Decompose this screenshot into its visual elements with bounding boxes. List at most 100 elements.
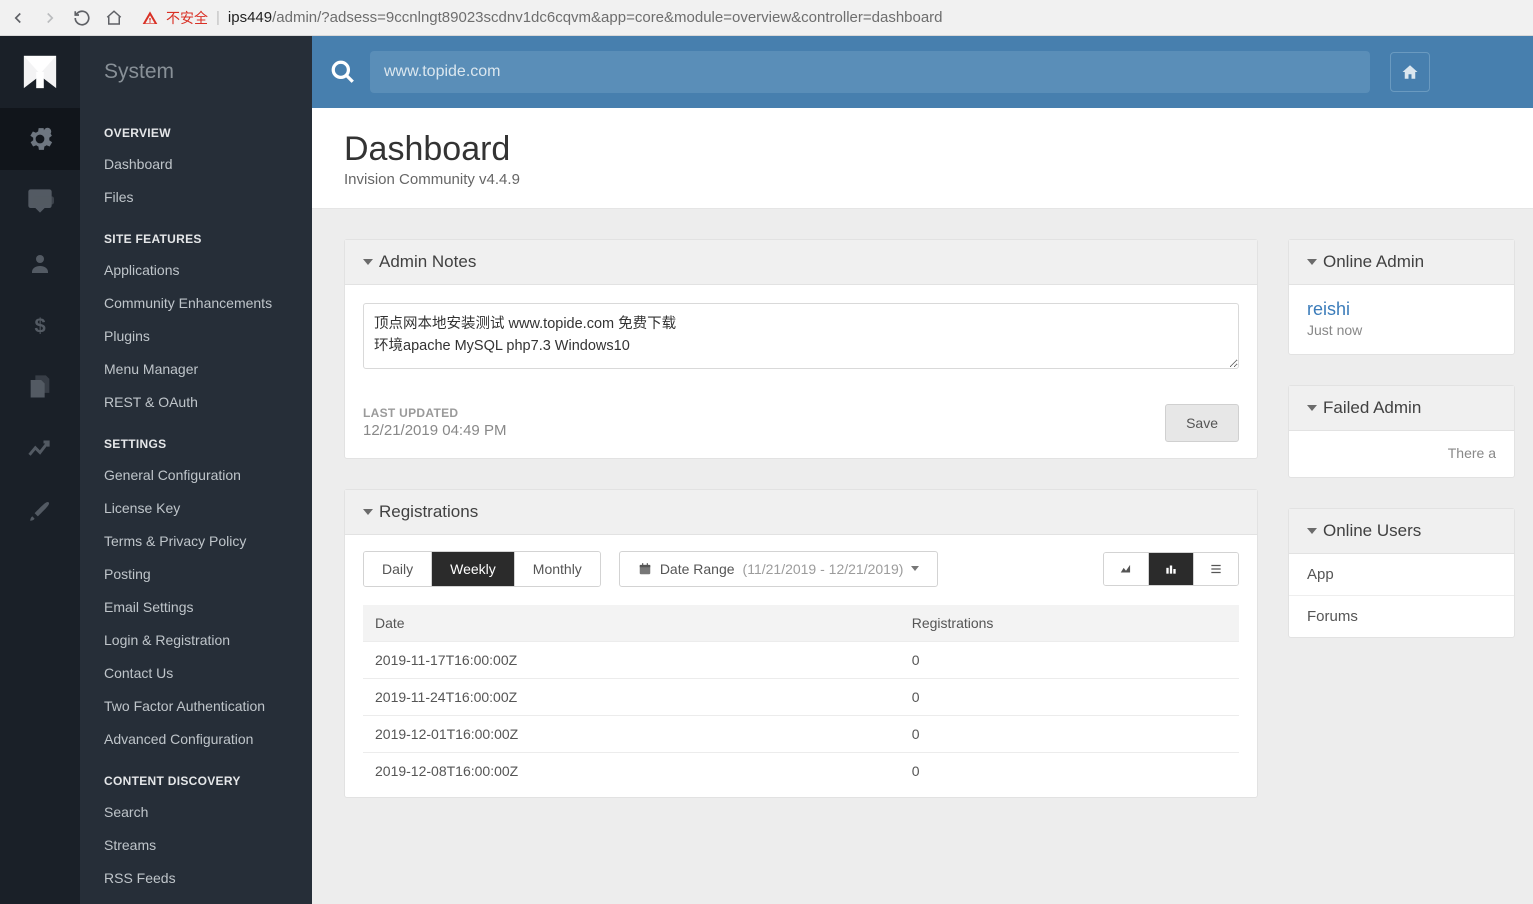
calendar-icon bbox=[638, 562, 652, 576]
sidebar-item-terms-privacy[interactable]: Terms & Privacy Policy bbox=[80, 525, 312, 558]
sidebar-item-plugins[interactable]: Plugins bbox=[80, 320, 312, 353]
col-registrations: Registrations bbox=[900, 605, 1239, 642]
sidebar-item-license-key[interactable]: License Key bbox=[80, 492, 312, 525]
chart-area-button[interactable] bbox=[1104, 553, 1149, 585]
sidebar-item-posting[interactable]: Posting bbox=[80, 558, 312, 591]
save-button[interactable]: Save bbox=[1165, 404, 1239, 442]
admin-notes-header[interactable]: Admin Notes bbox=[345, 240, 1257, 285]
sidebar-item-rss-feeds[interactable]: RSS Feeds bbox=[80, 862, 312, 895]
url-host: ips449 bbox=[228, 9, 272, 26]
caret-down-icon bbox=[1307, 405, 1317, 411]
sidebar-item-email-settings[interactable]: Email Settings bbox=[80, 591, 312, 624]
insecure-label: 不安全 bbox=[166, 8, 208, 28]
failed-admin-header[interactable]: Failed Admin bbox=[1289, 386, 1514, 431]
registrations-header[interactable]: Registrations bbox=[345, 490, 1257, 535]
sidebar-section-overview: OVERVIEW bbox=[80, 108, 312, 148]
admin-user-link[interactable]: reishi bbox=[1307, 299, 1496, 320]
rail-user-icon[interactable] bbox=[0, 232, 80, 294]
tab-monthly[interactable]: Monthly bbox=[515, 552, 600, 586]
online-users-title: Online Users bbox=[1323, 521, 1421, 541]
last-updated-value: 12/21/2019 04:49 PM bbox=[363, 422, 506, 439]
table-row: 2019-11-17T16:00:00Z 0 bbox=[363, 641, 1239, 678]
sidebar: System OVERVIEW Dashboard Files SITE FEA… bbox=[80, 36, 312, 904]
tab-weekly[interactable]: Weekly bbox=[432, 552, 515, 586]
page-header: Dashboard Invision Community v4.4.9 bbox=[312, 108, 1533, 209]
search-input[interactable] bbox=[370, 51, 1370, 93]
rail-system-icon[interactable] bbox=[0, 108, 80, 170]
admin-notes-card: Admin Notes LAST UPDATED 12/21/2019 04:4… bbox=[344, 239, 1258, 459]
caret-down-icon bbox=[363, 259, 373, 265]
failed-admin-card: Failed Admin There a bbox=[1288, 385, 1515, 478]
sidebar-item-login-registration[interactable]: Login & Registration bbox=[80, 624, 312, 657]
rail-pages-icon[interactable] bbox=[0, 356, 80, 418]
sidebar-item-streams[interactable]: Streams bbox=[80, 829, 312, 862]
sidebar-item-general-configuration[interactable]: General Configuration bbox=[80, 459, 312, 492]
date-range-label: Date Range bbox=[660, 561, 735, 577]
topbar bbox=[312, 36, 1533, 108]
table-row: 2019-11-24T16:00:00Z 0 bbox=[363, 678, 1239, 715]
caret-down-icon bbox=[363, 509, 373, 515]
site-home-button[interactable] bbox=[1390, 52, 1430, 92]
registrations-title: Registrations bbox=[379, 502, 478, 522]
caret-down-icon bbox=[911, 566, 919, 571]
sidebar-item-advanced-configuration[interactable]: Advanced Configuration bbox=[80, 723, 312, 756]
sidebar-section-content-discovery: CONTENT DISCOVERY bbox=[80, 756, 312, 796]
table-row: 2019-12-08T16:00:00Z 0 bbox=[363, 752, 1239, 789]
search-icon bbox=[328, 57, 358, 87]
page-title: Dashboard bbox=[344, 130, 1501, 169]
registrations-card: Registrations Daily Weekly Monthly Date … bbox=[344, 489, 1258, 798]
chart-type-group bbox=[1103, 552, 1239, 586]
list-item: App bbox=[1289, 554, 1514, 595]
sidebar-item-community-enhancements[interactable]: Community Enhancements bbox=[80, 287, 312, 320]
rail-chat-icon[interactable] bbox=[0, 170, 80, 232]
sidebar-section-settings: SETTINGS bbox=[80, 419, 312, 459]
rail-stats-icon[interactable] bbox=[0, 418, 80, 480]
tab-daily[interactable]: Daily bbox=[364, 552, 432, 586]
online-admins-header[interactable]: Online Admin bbox=[1289, 240, 1514, 285]
registrations-table: Date Registrations 2019-11-17T16:00:00Z … bbox=[345, 605, 1257, 797]
online-admins-title: Online Admin bbox=[1323, 252, 1424, 272]
address-bar[interactable]: 不安全 | ips449/admin/?adsess=9ccnlngt89023… bbox=[136, 4, 1525, 32]
col-date: Date bbox=[363, 605, 900, 642]
last-updated-label: LAST UPDATED bbox=[363, 406, 506, 420]
failed-admin-empty: There a bbox=[1289, 431, 1514, 477]
chart-bar-button[interactable] bbox=[1149, 553, 1194, 585]
warning-icon bbox=[142, 10, 158, 26]
caret-down-icon bbox=[1307, 259, 1317, 265]
svg-text:$: $ bbox=[35, 315, 46, 337]
icon-rail: $ bbox=[0, 36, 80, 904]
admin-notes-textarea[interactable] bbox=[363, 303, 1239, 369]
sidebar-item-applications[interactable]: Applications bbox=[80, 254, 312, 287]
url-path: /admin/?adsess=9ccnlngt89023scdnv1dc6cqv… bbox=[272, 9, 942, 26]
admin-user-time: Just now bbox=[1307, 322, 1496, 338]
sidebar-item-rest-oauth[interactable]: REST & OAuth bbox=[80, 386, 312, 419]
sidebar-item-search[interactable]: Search bbox=[80, 796, 312, 829]
date-range-button[interactable]: Date Range (11/21/2019 - 12/21/2019) bbox=[619, 551, 939, 587]
list-item: Forums bbox=[1289, 595, 1514, 637]
caret-down-icon bbox=[1307, 528, 1317, 534]
sidebar-title: System bbox=[80, 36, 312, 108]
sidebar-item-dashboard[interactable]: Dashboard bbox=[80, 148, 312, 181]
chart-table-button[interactable] bbox=[1194, 553, 1238, 585]
period-group: Daily Weekly Monthly bbox=[363, 551, 601, 587]
online-users-header[interactable]: Online Users bbox=[1289, 509, 1514, 554]
reload-button[interactable] bbox=[72, 8, 92, 28]
rail-dollar-icon[interactable]: $ bbox=[0, 294, 80, 356]
date-range-value: (11/21/2019 - 12/21/2019) bbox=[743, 561, 904, 577]
app-logo[interactable] bbox=[0, 36, 80, 108]
sidebar-item-contact-us[interactable]: Contact Us bbox=[80, 657, 312, 690]
failed-admin-title: Failed Admin bbox=[1323, 398, 1421, 418]
admin-notes-title: Admin Notes bbox=[379, 252, 476, 272]
sidebar-section-site-features: SITE FEATURES bbox=[80, 214, 312, 254]
table-row: 2019-12-01T16:00:00Z 0 bbox=[363, 715, 1239, 752]
home-button-browser[interactable] bbox=[104, 8, 124, 28]
sidebar-item-menu-manager[interactable]: Menu Manager bbox=[80, 353, 312, 386]
forward-button[interactable] bbox=[40, 8, 60, 28]
online-admins-card: Online Admin reishi Just now bbox=[1288, 239, 1515, 355]
browser-toolbar: 不安全 | ips449/admin/?adsess=9ccnlngt89023… bbox=[0, 0, 1533, 36]
sidebar-item-files[interactable]: Files bbox=[80, 181, 312, 214]
rail-brush-icon[interactable] bbox=[0, 480, 80, 542]
page-subtitle: Invision Community v4.4.9 bbox=[344, 171, 1501, 188]
sidebar-item-two-factor[interactable]: Two Factor Authentication bbox=[80, 690, 312, 723]
back-button[interactable] bbox=[8, 8, 28, 28]
